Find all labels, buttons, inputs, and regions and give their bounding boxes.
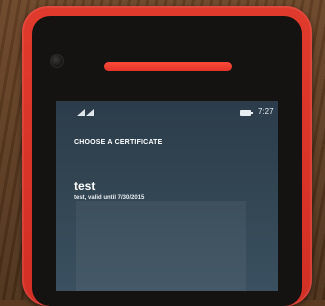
speaker-grille (104, 62, 232, 71)
phone-body: 7:27 CHOOSE A CERTIFICATE test test, val… (22, 6, 312, 306)
status-time: 7:27 (258, 107, 274, 116)
screen-panel (76, 201, 246, 291)
certificate-item[interactable]: test test, valid until 7/30/2015 (74, 179, 264, 201)
status-bar: 7:27 (56, 101, 278, 119)
wifi-icon (86, 109, 94, 116)
signal-bars-icon (77, 109, 85, 116)
page-title: CHOOSE A CERTIFICATE (74, 139, 163, 146)
certificate-detail: test, valid until 7/30/2015 (74, 195, 145, 201)
phone-screen: 7:27 CHOOSE A CERTIFICATE test test, val… (56, 101, 278, 291)
phone-bezel: 7:27 CHOOSE A CERTIFICATE test test, val… (32, 16, 302, 306)
certificate-name: test (74, 179, 96, 193)
battery-icon (240, 110, 253, 116)
camera-icon (50, 54, 64, 68)
